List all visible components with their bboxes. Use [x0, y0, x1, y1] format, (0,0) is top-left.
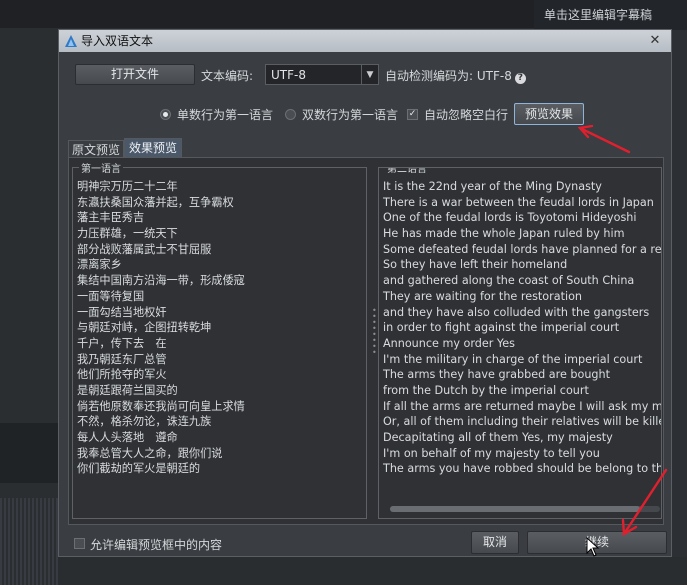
second-language-title: 第二语言 [385, 168, 429, 175]
first-language-line: 藩主丰臣秀吉 [77, 211, 145, 225]
second-language-line: Or, all of them including their relative… [383, 415, 662, 429]
second-language-line: from the Dutch by the imperial court [383, 383, 589, 397]
dialog-title: 导入双语文本 [81, 34, 154, 48]
first-language-line: 集结中国南方沿海一带，形成倭寇 [77, 274, 245, 288]
allow-edit-checkbox[interactable] [74, 538, 85, 549]
second-language-line: It is the 22nd year of the Ming Dynasty [383, 180, 602, 193]
open-file-button[interactable]: 打开文件 [75, 64, 195, 85]
first-language-line: 千户，传下去 在 [77, 336, 167, 350]
ignore-blank-checkbox[interactable]: ✓ [407, 109, 418, 120]
subtitle-edit-hint[interactable]: 单击这里编辑字幕稿 [534, 0, 687, 30]
second-language-line: I'm the military in charge of the imperi… [383, 352, 643, 366]
import-bilingual-dialog: 导入双语文本 ✕ 打开文件 文本编码: UTF-8 ▼ 自动检测编码为: UTF… [58, 29, 672, 557]
app-logo-icon [65, 35, 77, 47]
first-language-line: 我乃朝廷东厂总管 [77, 352, 167, 366]
option-even-first-label[interactable]: 双数行为第一语言 [302, 106, 398, 123]
first-language-line: 不然，格杀勿论，诛连九族 [77, 415, 212, 429]
second-language-group: 第二语言 It is the 22nd year of the Ming Dyn… [378, 167, 662, 519]
help-icon[interactable]: ? [514, 73, 526, 84]
first-language-group: 第一语言 明神宗万历二十二年东瀛扶桑国众藩并起，互争霸权 藩主丰臣秀吉力压群雄，一… [72, 160, 367, 519]
first-language-line: 倘若他原数奉还我尚可向皇上求情 [77, 399, 245, 413]
first-language-line: 是朝廷跟荷兰国买的 [77, 383, 178, 397]
first-language-line: 力压群雄，一统天下 [77, 227, 178, 241]
scrollbar-thumb[interactable] [390, 506, 640, 512]
second-language-line: in order to fight against the imperial c… [383, 321, 620, 335]
splitter-handle[interactable]: • • • • • • • • [372, 307, 377, 357]
second-language-line: and gathered along the coast of South Ch… [383, 274, 635, 288]
effect-preview-panel: 第一语言 明神宗万历二十二年东瀛扶桑国众藩并起，互争霸权 藩主丰臣秀吉力压群雄，一… [68, 157, 664, 525]
first-language-line: 明神宗万历二十二年 [77, 180, 178, 193]
second-language-line: Some defeated feudal lords have planned … [383, 242, 662, 256]
first-language-line: 东瀛扶桑国众藩并起，互争霸权 [77, 195, 234, 209]
second-language-line: The arms they have grabbed are bought [383, 368, 611, 382]
encoding-value: UTF-8 [271, 68, 306, 82]
first-language-line: 与朝廷对峙，企图扭转乾坤 [77, 321, 212, 335]
preview-button[interactable]: 预览效果 [514, 103, 584, 125]
first-language-line: 一面勾结当地权奸 [77, 305, 167, 319]
second-language-line: One of the feudal lords is Toyotomi Hide… [383, 211, 637, 225]
auto-detect-label: 自动检测编码为: UTF-8 [385, 69, 512, 83]
timeline-band [0, 423, 58, 483]
first-language-line: 每人人头落地 遵命 [77, 431, 178, 444]
background-timeline [0, 28, 58, 585]
tab-original-preview[interactable]: 原文预览 [68, 140, 124, 158]
radio-odd-first[interactable] [160, 109, 171, 120]
tab-effect-preview[interactable]: 效果预览 [124, 138, 182, 158]
chevron-down-icon[interactable]: ▼ [361, 65, 378, 84]
second-language-line: The arms you have robbed should be belon… [383, 462, 662, 476]
continue-button[interactable]: 继续 [527, 531, 667, 554]
second-language-line: So they have left their homeland [383, 258, 568, 272]
dialog-titlebar[interactable]: 导入双语文本 ✕ [59, 30, 671, 52]
second-language-line: and they have also colluded with the gan… [383, 305, 650, 319]
first-language-line: 你们截劫的军火是朝廷的 [77, 462, 201, 476]
encoding-label: 文本编码: [201, 69, 254, 83]
second-language-line: If all the arms are returned maybe I wil… [383, 399, 662, 413]
option-odd-first-label[interactable]: 单数行为第一语言 [177, 106, 273, 123]
auto-detect-text: 自动检测编码为: UTF-8? [385, 67, 526, 84]
close-icon[interactable]: ✕ [647, 34, 663, 48]
second-language-list: It is the 22nd year of the Ming Dynasty T… [383, 179, 662, 477]
second-language-line: They are waiting for the restoration [383, 289, 583, 303]
second-language-line: There is a war between the feudal lords … [383, 195, 654, 209]
ignore-blank-label[interactable]: 自动忽略空白行 [424, 106, 508, 123]
radio-even-first[interactable] [285, 109, 296, 120]
background-right-panel [672, 30, 687, 557]
horizontal-scrollbar[interactable] [390, 506, 660, 512]
audio-waveform [0, 498, 58, 585]
first-language-title: 第一语言 [79, 160, 123, 175]
second-language-line: Announce my order Yes [383, 336, 515, 350]
first-language-list: 明神宗万历二十二年东瀛扶桑国众藩并起，互争霸权 藩主丰臣秀吉力压群雄，一统天下 部分… [77, 179, 245, 477]
first-language-line: 一面等待复国 [77, 289, 145, 303]
first-language-line: 漂离家乡 [77, 258, 122, 272]
second-language-line: He has made the whole Japan ruled by him [383, 227, 625, 241]
first-language-line: 他们所抢夺的军火 [77, 368, 167, 382]
first-language-line: 部分战败藩属武士不甘屈服 [77, 242, 212, 256]
first-language-line: 我奉总管大人之命，跟你们说 [77, 446, 223, 460]
second-language-line: I'm on behalf of my majesty to tell you [383, 446, 600, 460]
second-language-line: Decapitating all of them Yes, my majesty [383, 431, 613, 444]
cancel-button[interactable]: 取消 [471, 531, 519, 554]
encoding-select[interactable]: UTF-8 ▼ [265, 64, 379, 85]
allow-edit-label[interactable]: 允许编辑预览框中的内容 [90, 536, 222, 553]
